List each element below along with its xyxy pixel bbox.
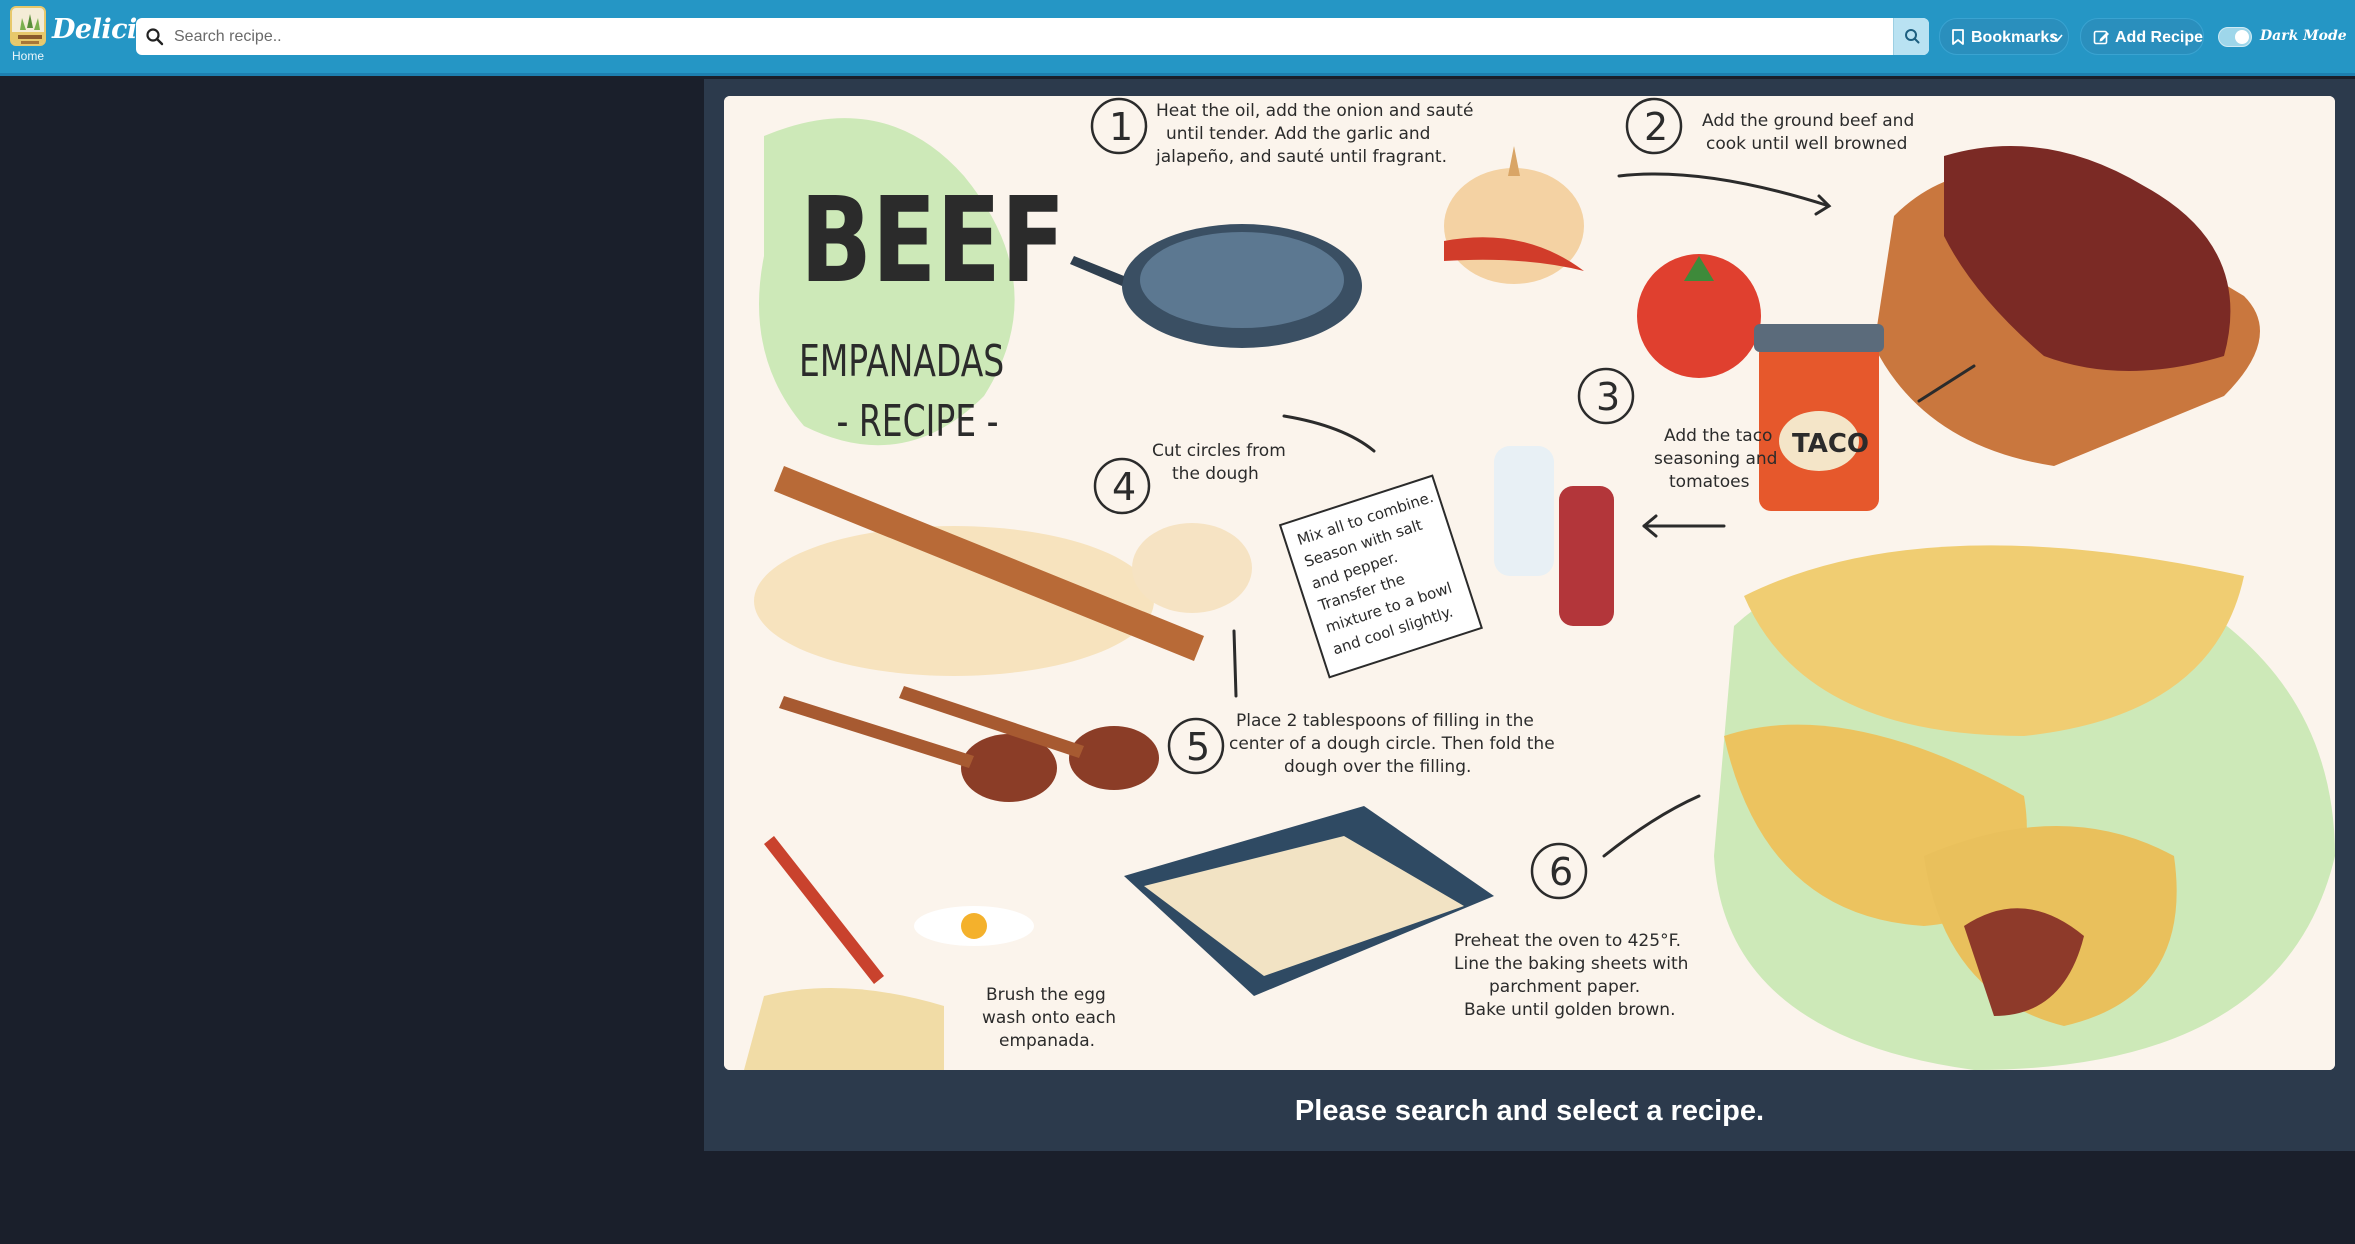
toggle-knob bbox=[2235, 30, 2249, 44]
poster-title-empanadas: EMPANADAS bbox=[799, 336, 1004, 387]
edit-icon bbox=[2093, 29, 2110, 46]
step-2-line-1: Add the ground beef and bbox=[1702, 111, 1914, 131]
recipe-view: BEEF EMPANADAS - RECIPE - TACO 1 2 3 4 5… bbox=[704, 79, 2355, 1151]
step-5-number: 5 bbox=[1186, 725, 1210, 769]
search-results-pane bbox=[0, 79, 703, 1244]
step-6-line-4: Bake until golden brown. bbox=[1464, 1000, 1675, 1020]
search-input[interactable] bbox=[174, 18, 1874, 55]
step-3-number: 3 bbox=[1596, 375, 1620, 419]
step-2-number: 2 bbox=[1644, 105, 1668, 149]
step-3-line-2: seasoning and bbox=[1654, 449, 1777, 469]
step-3-line-1: Add the taco bbox=[1664, 426, 1772, 446]
step-1-number: 1 bbox=[1109, 105, 1133, 149]
step-6-line-3: parchment paper. bbox=[1489, 977, 1640, 997]
egg-note-line-2: wash onto each bbox=[982, 1008, 1116, 1028]
search-icon bbox=[144, 26, 166, 48]
step-3-line-3: tomatoes bbox=[1669, 472, 1750, 492]
bookmarks-button[interactable]: Bookmarks bbox=[1939, 18, 2069, 55]
dark-mode-label: Dark Mode bbox=[2260, 28, 2347, 44]
search-submit-icon bbox=[1905, 29, 1920, 44]
step-1-line-3: jalapeño, and sauté until fragrant. bbox=[1155, 147, 1447, 167]
chevron-down-icon bbox=[2049, 30, 2065, 46]
bookmarks-label: Bookmarks bbox=[1971, 29, 2059, 46]
poster-title-beef: BEEF bbox=[800, 173, 1065, 310]
egg-note-line-1: Brush the egg bbox=[986, 985, 1106, 1005]
toggle-switch[interactable] bbox=[2218, 27, 2252, 47]
egg-note-line-3: empanada. bbox=[999, 1031, 1095, 1051]
step-1-line-2: until tender. Add the garlic and bbox=[1166, 124, 1430, 144]
step-1-line-1: Heat the oil, add the onion and sauté bbox=[1156, 101, 1473, 121]
step-4-line-2: the dough bbox=[1172, 464, 1259, 484]
select-recipe-message: Please search and select a recipe. bbox=[1294, 1095, 1765, 1127]
home-link[interactable]: Home bbox=[6, 6, 50, 64]
step-6-number: 6 bbox=[1549, 850, 1573, 894]
top-navbar: Home Delicious Bookmarks Add Recipe Dark… bbox=[0, 0, 2355, 76]
poster-title-recipe: - RECIPE - bbox=[837, 396, 999, 447]
step-4-line-1: Cut circles from bbox=[1152, 441, 1286, 461]
recipe-placeholder-image: BEEF EMPANADAS - RECIPE - TACO 1 2 3 4 5… bbox=[724, 96, 2335, 1070]
step-6-line-1: Preheat the oven to 425°F. bbox=[1454, 931, 1681, 951]
search-bar bbox=[136, 18, 1929, 55]
dark-mode-toggle[interactable]: Dark Mode bbox=[2218, 22, 2348, 50]
taco-jar-label: TACO bbox=[1792, 429, 1869, 459]
step-2-line-2: cook until well browned bbox=[1706, 134, 1907, 154]
step-5-line-1: Place 2 tablespoons of filling in the bbox=[1236, 711, 1534, 731]
search-button[interactable] bbox=[1893, 18, 1929, 55]
step-5-line-2: center of a dough circle. Then fold the bbox=[1229, 734, 1555, 754]
add-recipe-button[interactable]: Add Recipe bbox=[2080, 18, 2204, 55]
add-recipe-label: Add Recipe bbox=[2115, 29, 2204, 46]
app-logo bbox=[10, 6, 46, 46]
step-6-line-2: Line the baking sheets with bbox=[1454, 954, 1688, 974]
home-label: Home bbox=[11, 49, 44, 63]
step-4-number: 4 bbox=[1112, 465, 1136, 509]
step-5-line-3: dough over the filling. bbox=[1284, 757, 1471, 777]
bookmark-icon bbox=[1949, 28, 1967, 46]
